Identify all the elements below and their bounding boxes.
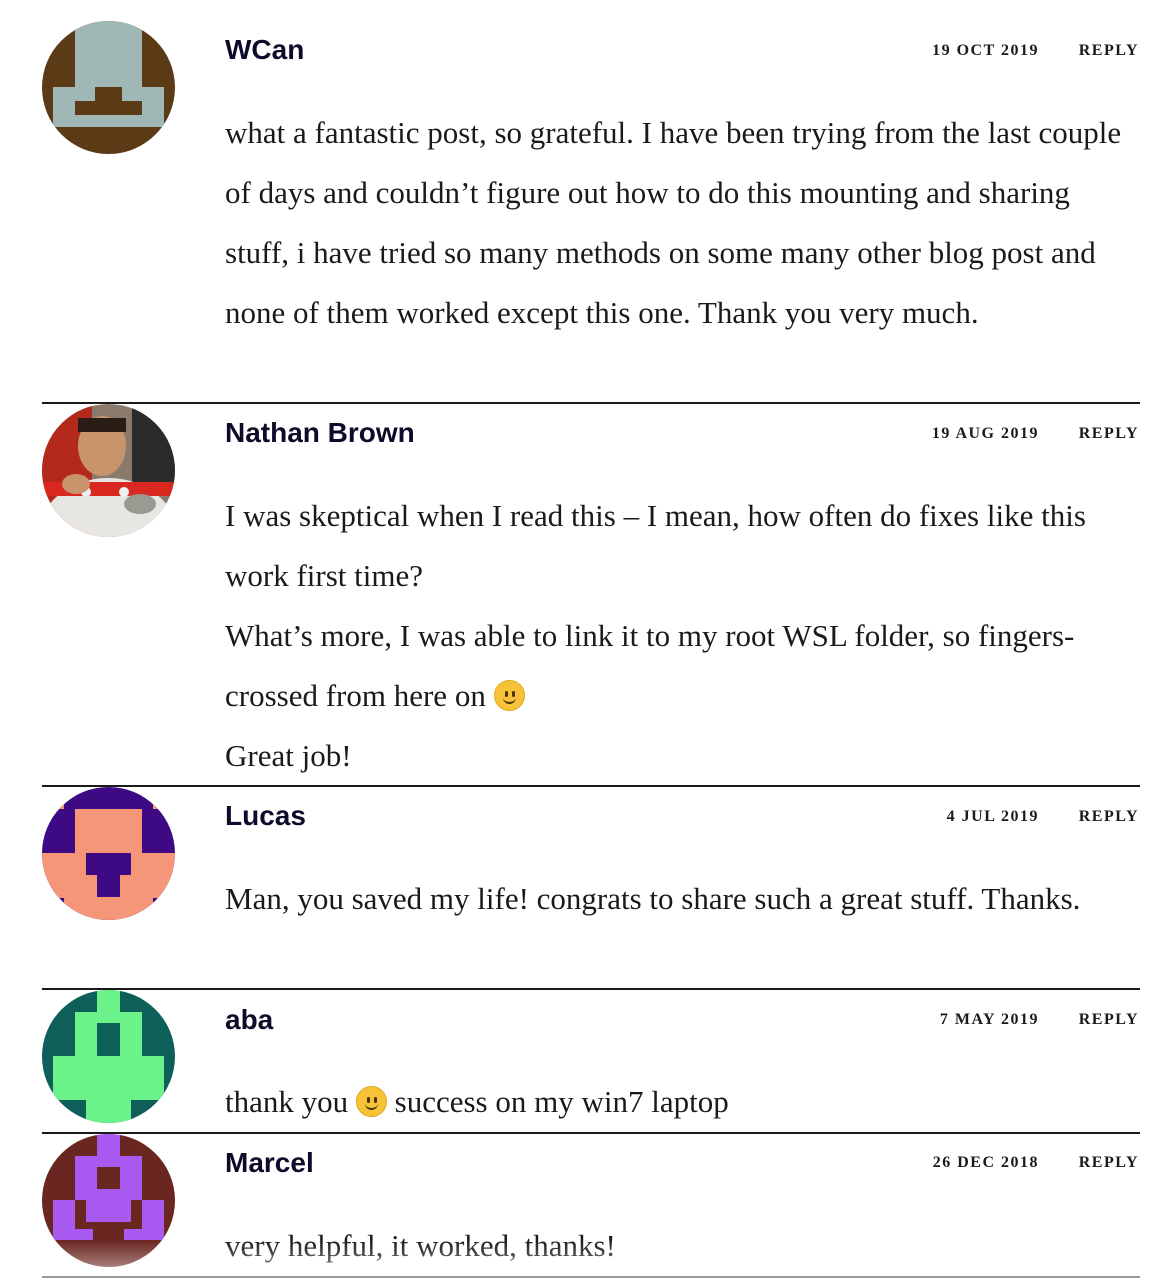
comment-divider (42, 1276, 1140, 1278)
comment-divider (42, 1132, 1140, 1134)
slightly-smiling-face-icon (355, 1086, 387, 1117)
identicon-avatar-icon (42, 1134, 175, 1267)
identicon-avatar-icon (42, 990, 175, 1123)
comment-date: 19 OCT 2019 (932, 42, 1039, 59)
identicon-avatar-icon (42, 787, 175, 920)
comment-divider (42, 785, 1140, 787)
comment-body: thank you success on my win7 laptop (225, 1072, 1140, 1132)
slightly-smiling-face-icon (493, 680, 525, 711)
comment-body: Man, you saved my life! congrats to shar… (225, 869, 1140, 929)
comment-paragraph: Great job! (225, 738, 352, 773)
comment-date: 26 DEC 2018 (932, 1154, 1039, 1171)
reply-button[interactable]: REPLY (1079, 424, 1139, 444)
comment-paragraph: what a fantastic post, so grateful. I ha… (225, 115, 1122, 330)
comment-paragraph: Man, you saved my life! congrats to shar… (225, 881, 1081, 916)
comment-divider (42, 402, 1140, 404)
paragraph-text: success on my win7 laptop (394, 1084, 729, 1119)
paragraph-text: thank you (225, 1084, 349, 1119)
avatar (42, 404, 175, 537)
comment-divider (42, 988, 1140, 990)
comment-date: 4 JUL 2019 (946, 808, 1039, 825)
comment-author: Nathan Brown (225, 417, 415, 448)
comment-author: aba (225, 1004, 274, 1035)
avatar (42, 21, 175, 154)
paragraph-text: What’s more, I was able to link it to my… (225, 618, 1075, 713)
comment-paragraph: I was skeptical when I read this – I mea… (225, 498, 1086, 593)
comment-date: 7 MAY 2019 (939, 1011, 1039, 1028)
avatar (42, 990, 175, 1123)
avatar (42, 1134, 175, 1267)
reply-button[interactable]: REPLY (1079, 1010, 1139, 1030)
photo-avatar-icon (42, 404, 175, 537)
comment-date: 19 AUG 2019 (931, 425, 1039, 442)
reply-button[interactable]: REPLY (1079, 41, 1139, 61)
comment-paragraph: thank you success on my win7 laptop (225, 1072, 1140, 1132)
comment-paragraph: very helpful, it worked, thanks! (225, 1228, 616, 1263)
avatar (42, 787, 175, 920)
reply-button[interactable]: REPLY (1079, 1153, 1139, 1173)
comment-body: what a fantastic post, so grateful. I ha… (225, 103, 1140, 343)
identicon-avatar-icon (42, 21, 175, 154)
comment-body: very helpful, it worked, thanks! (225, 1216, 1140, 1276)
comment-author: Lucas (225, 800, 306, 831)
comment-paragraph: What’s more, I was able to link it to my… (225, 606, 1140, 726)
comment-body: I was skeptical when I read this – I mea… (225, 486, 1140, 786)
comment-author: Marcel (225, 1147, 314, 1178)
comment-author: WCan (225, 34, 305, 65)
reply-button[interactable]: REPLY (1079, 807, 1139, 827)
